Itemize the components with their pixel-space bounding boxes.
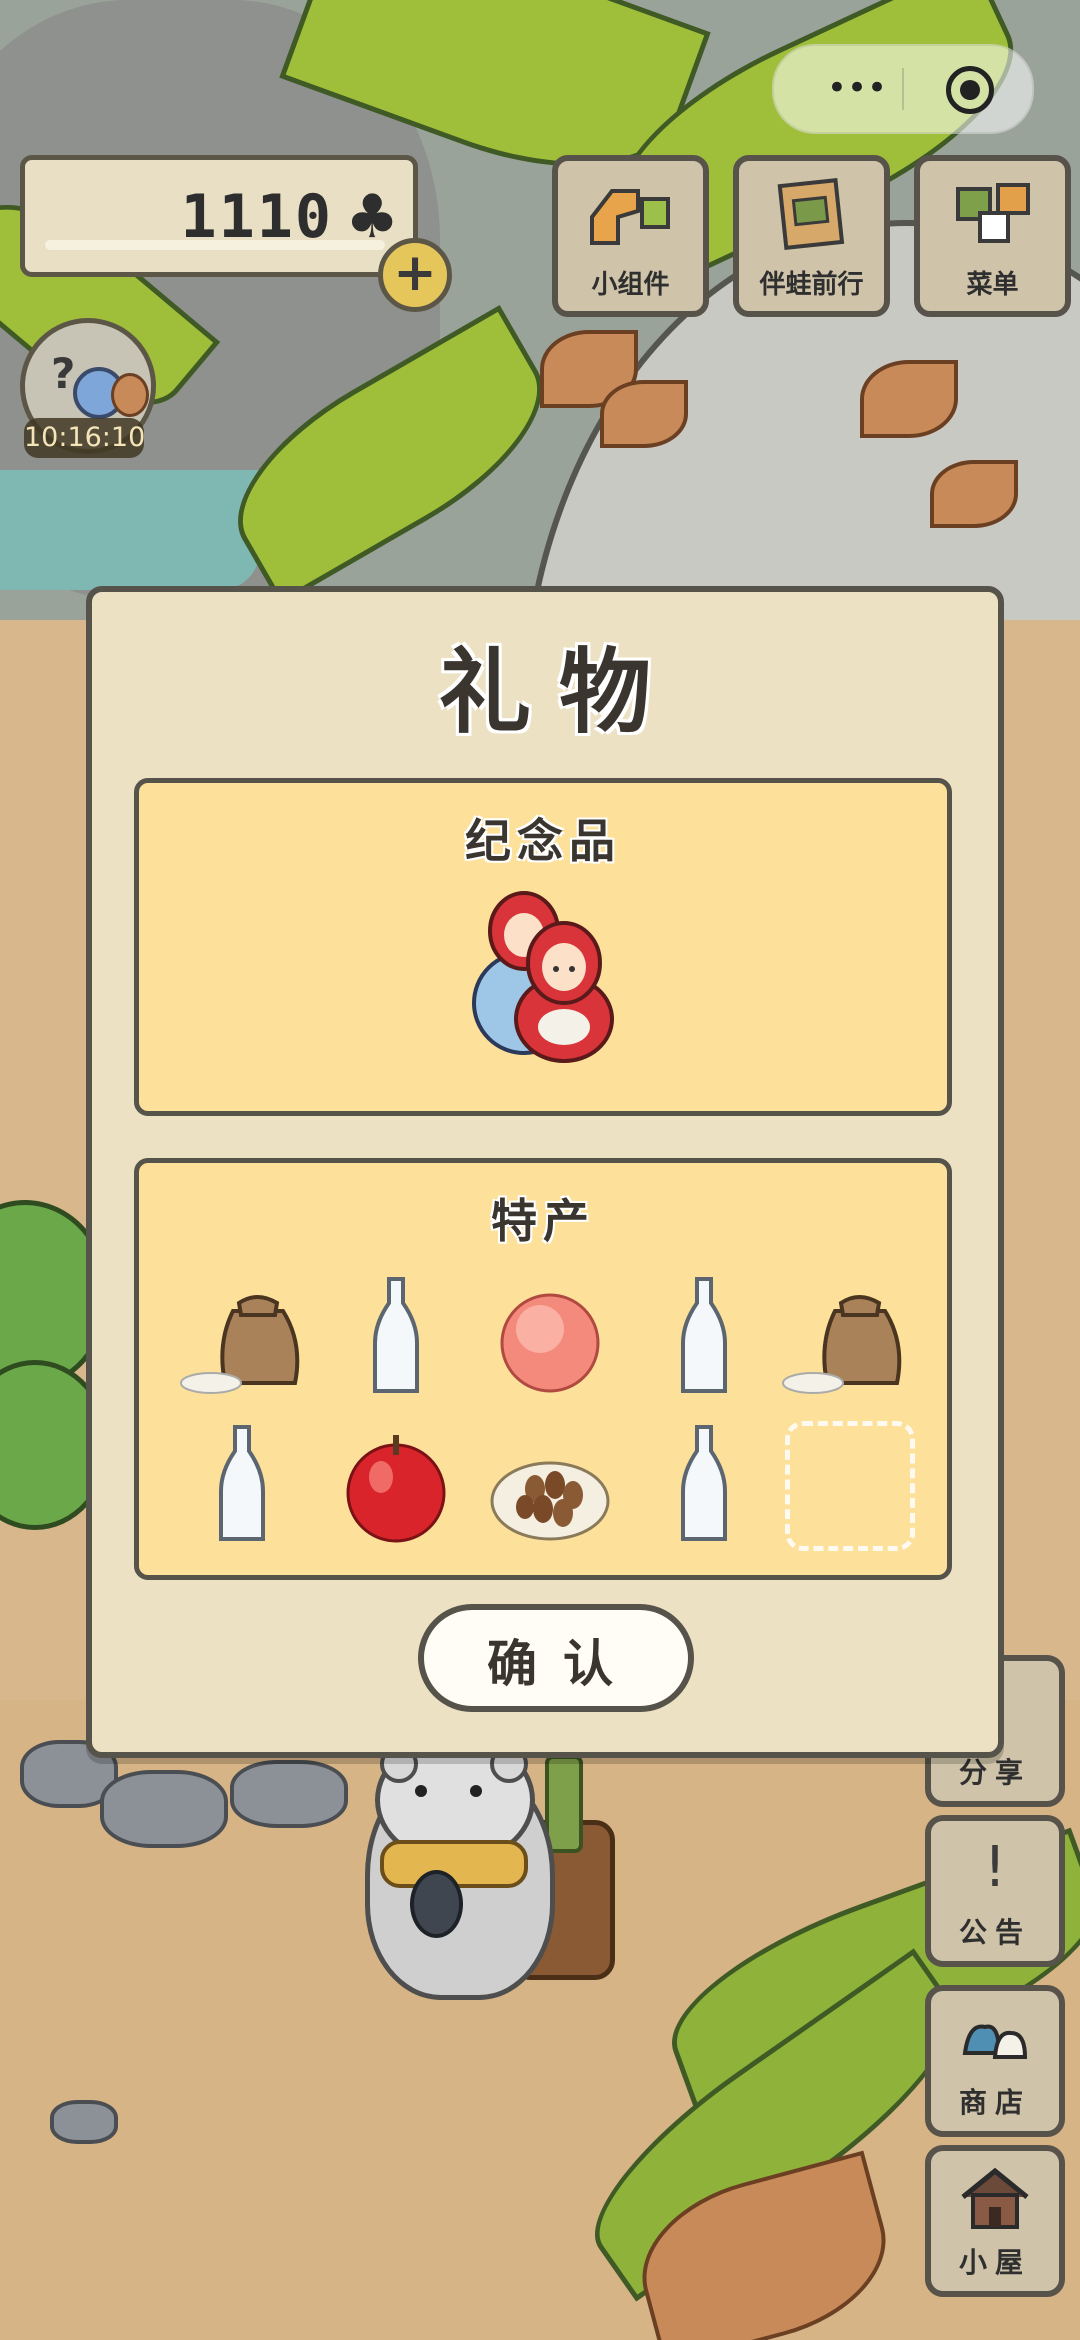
notice-icon: ! [983, 1835, 1007, 1900]
house-button[interactable]: 小屋 [925, 2145, 1065, 2297]
clover-counter: 1110 ♣ [20, 155, 418, 277]
matryoshka-doll-icon[interactable] [464, 883, 624, 1063]
bamboo [545, 1755, 583, 1853]
shop-button[interactable]: 商店 [925, 1985, 1065, 2137]
menu-icon [956, 183, 1030, 243]
stone [100, 1770, 228, 1848]
frog-journey-icon [777, 178, 845, 250]
dialog-title: 礼物 [438, 639, 679, 746]
shop-label: 商店 [958, 2086, 1031, 2119]
more-icon[interactable]: ••• [812, 68, 902, 108]
widget-button[interactable]: 小组件 [552, 155, 709, 317]
pond [0, 470, 260, 590]
ivy-leaf [600, 380, 688, 448]
glass-bottle-icon[interactable] [639, 1273, 769, 1403]
glass-bottle-icon[interactable] [177, 1421, 307, 1551]
frog-journey-button[interactable]: 伴蛙前行 [733, 155, 890, 317]
stone [230, 1760, 348, 1828]
specialty-title: 特产 [491, 1194, 595, 1248]
apple-icon[interactable] [331, 1421, 461, 1551]
souvenir-title: 纪念品 [465, 814, 621, 868]
shop-icon [962, 2024, 1028, 2059]
menu-label: 菜单 [966, 270, 1019, 300]
ivy-leaf [860, 360, 958, 438]
glass-bottle-icon[interactable] [639, 1421, 769, 1551]
rice-sack-icon[interactable] [177, 1273, 307, 1403]
specialty-panel: 特产 [134, 1158, 952, 1580]
gift-dialog: 礼物 纪念品 特产 确认 [86, 586, 1004, 1758]
trip-timer: 10:16:10 [24, 418, 145, 458]
confirm-button[interactable]: 确认 [418, 1604, 694, 1712]
notice-label: 公告 [958, 1916, 1031, 1949]
notice-button[interactable]: ! 公告 [925, 1815, 1065, 1967]
plus-icon: + [393, 243, 437, 303]
widget-icon [590, 189, 670, 245]
stone [50, 2100, 118, 2144]
empty-slot [785, 1421, 915, 1551]
close-target-icon[interactable] [946, 66, 994, 114]
menu-button[interactable]: 菜单 [914, 155, 1071, 317]
rice-sack-icon[interactable] [779, 1273, 909, 1403]
friend-icon [111, 373, 149, 417]
peach-icon[interactable] [485, 1273, 615, 1403]
capsule-divider [902, 68, 904, 110]
house-icon [961, 2167, 1029, 2229]
ivy-leaf [930, 460, 1018, 528]
add-clover-button[interactable]: + [378, 238, 452, 312]
frog-journey-label: 伴蛙前行 [759, 270, 864, 300]
clover-count: 1110 [180, 182, 333, 252]
widget-label: 小组件 [591, 270, 670, 300]
question-icon: ? [51, 349, 76, 398]
hamster-eye [415, 1785, 427, 1797]
glass-bottle-icon[interactable] [331, 1273, 461, 1403]
miniprogram-capsule: ••• [772, 44, 1034, 134]
hamster-eye [470, 1785, 482, 1797]
sunflower-seed [410, 1870, 463, 1938]
almonds-icon[interactable] [485, 1421, 615, 1551]
house-label: 小屋 [958, 2246, 1031, 2279]
souvenir-panel: 纪念品 [134, 778, 952, 1116]
clover-icon: ♣ [345, 182, 399, 252]
